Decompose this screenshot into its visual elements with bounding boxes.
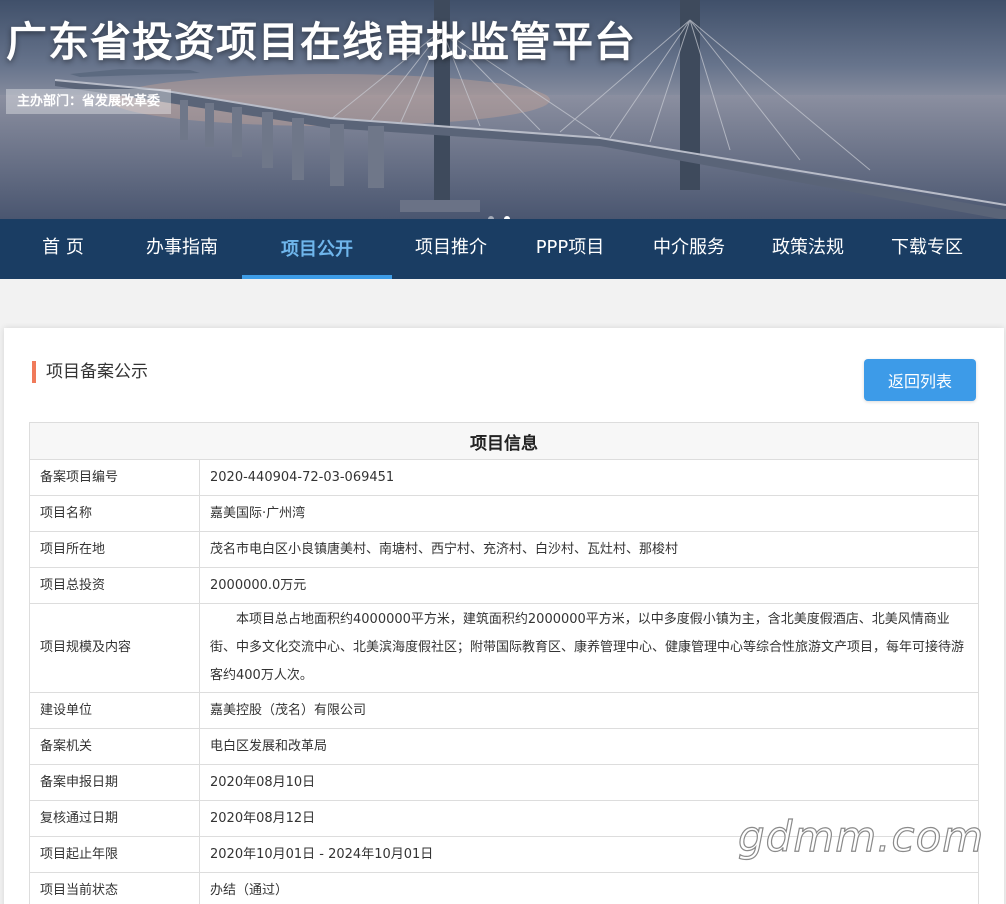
nav-agency-services[interactable]: 中介服务 (630, 219, 748, 279)
row-label: 备案机关 (29, 728, 200, 765)
row-label: 项目总投资 (29, 567, 200, 604)
nav-project-disclosure[interactable]: 项目公开 (242, 219, 392, 279)
nav-policies[interactable]: 政策法规 (748, 219, 868, 279)
row-value: 2000000.0万元 (199, 567, 979, 604)
row-label: 项目所在地 (29, 531, 200, 568)
table-row: 项目所在地 茂名市电白区小良镇唐美村、南塘村、西宁村、充济村、白沙村、瓦灶村、那… (29, 531, 979, 568)
table-row: 备案机关 电白区发展和改革局 (29, 728, 979, 765)
table-row: 项目名称 嘉美国际·广州湾 (29, 495, 979, 532)
nav-ppp-projects[interactable]: PPP项目 (510, 219, 630, 279)
table-header: 项目信息 (29, 422, 979, 460)
sponsor-label: 主办部门：省发展改革委 (6, 89, 172, 114)
banner: 广东省投资项目在线审批监管平台 主办部门：省发展改革委 (0, 0, 1006, 219)
table-row: 备案项目编号 2020-440904-72-03-069451 (29, 459, 979, 496)
row-label: 建设单位 (29, 692, 200, 729)
panel-title: 项目备案公示 (32, 361, 148, 383)
row-value: 办结（通过） (199, 872, 979, 904)
row-value: 嘉美国际·广州湾 (199, 495, 979, 532)
row-label: 项目当前状态 (29, 872, 200, 904)
row-label: 项目规模及内容 (29, 603, 200, 693)
row-label: 项目名称 (29, 495, 200, 532)
nav-project-promotion[interactable]: 项目推介 (392, 219, 510, 279)
row-label: 项目起止年限 (29, 836, 200, 873)
nav-home[interactable]: 首 页 (0, 219, 126, 279)
row-label: 备案项目编号 (29, 459, 200, 496)
row-value: 电白区发展和改革局 (199, 728, 979, 765)
table-row: 项目规模及内容 本项目总占地面积约4000000平方米，建筑面积约2000000… (29, 603, 979, 693)
row-label: 复核通过日期 (29, 800, 200, 837)
row-value: 本项目总占地面积约4000000平方米，建筑面积约2000000平方米，以中多度… (199, 603, 979, 693)
table-header-row: 项目信息 (29, 422, 979, 460)
table-row: 项目总投资 2000000.0万元 (29, 567, 979, 604)
main-nav: 首 页 办事指南 项目公开 项目推介 PPP项目 中介服务 政策法规 下载专区 (0, 219, 1006, 279)
nav-guide[interactable]: 办事指南 (126, 219, 238, 279)
row-label: 备案申报日期 (29, 764, 200, 801)
table-row: 备案申报日期 2020年08月10日 (29, 764, 979, 801)
row-value: 2020-440904-72-03-069451 (199, 459, 979, 496)
table-row: 建设单位 嘉美控股（茂名）有限公司 (29, 692, 979, 729)
back-to-list-button[interactable]: 返回列表 (864, 359, 976, 401)
row-value: 茂名市电白区小良镇唐美村、南塘村、西宁村、充济村、白沙村、瓦灶村、那梭村 (199, 531, 979, 568)
row-value: 嘉美控股（茂名）有限公司 (199, 692, 979, 729)
nav-downloads[interactable]: 下载专区 (868, 219, 986, 279)
watermark: gdmm.com (737, 811, 985, 861)
row-value: 2020年08月10日 (199, 764, 979, 801)
table-row: 项目当前状态 办结（通过） (29, 872, 979, 904)
site-title: 广东省投资项目在线审批监管平台 (6, 18, 636, 66)
